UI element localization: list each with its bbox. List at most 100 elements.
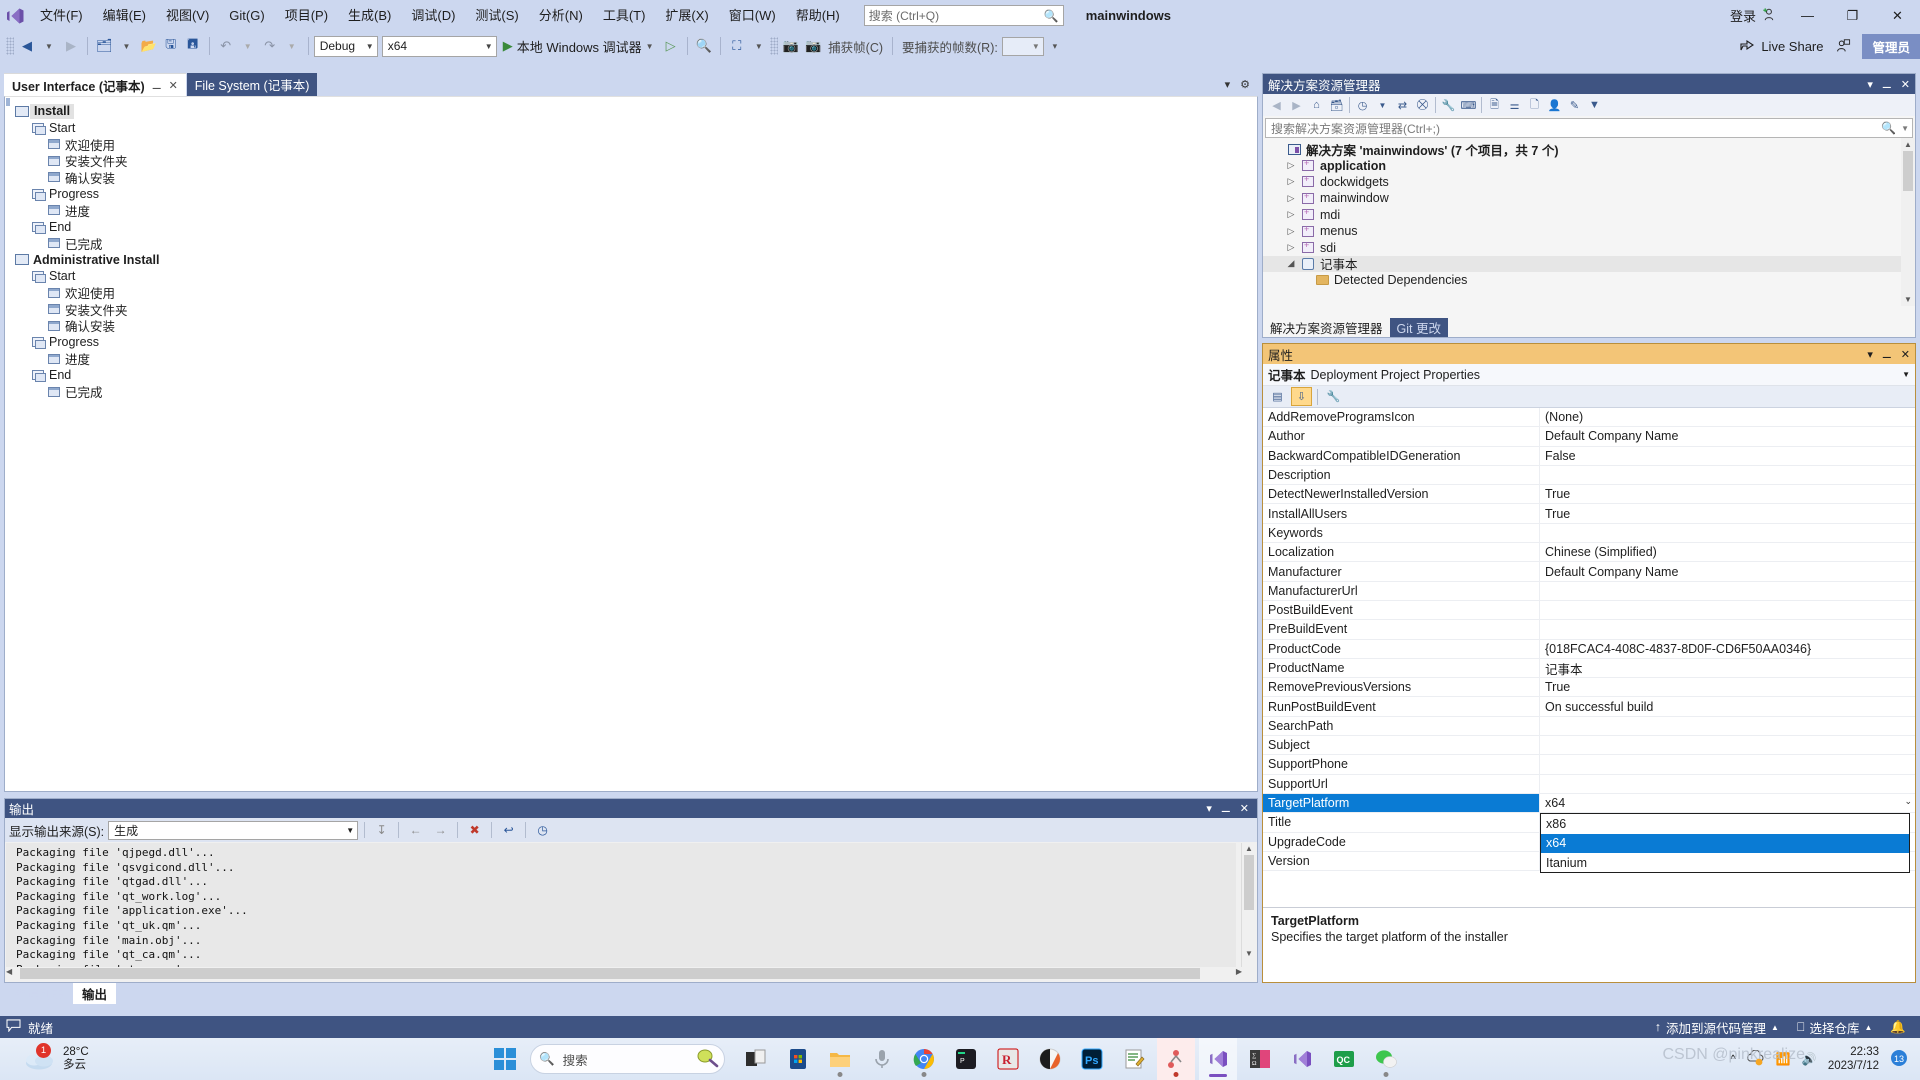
tab-git-changes[interactable]: Git 更改 — [1390, 318, 1448, 337]
menu-build[interactable]: 生成(B) — [338, 3, 401, 29]
solution-tree-scrollbar[interactable]: ▲ ▼ — [1901, 138, 1915, 306]
ui-tree-node[interactable]: Administrative Install — [13, 252, 1257, 269]
expander-icon[interactable]: ▷ — [1283, 209, 1299, 220]
solution-configuration-select[interactable]: Debug ▼ — [314, 36, 378, 57]
taskbar-app-qc[interactable]: QC — [1325, 1038, 1363, 1080]
property-value[interactable]: On successful build — [1540, 697, 1915, 715]
preview-selected-items-icon[interactable]: ⚌ — [1505, 96, 1524, 115]
property-row[interactable]: PostBuildEvent — [1263, 601, 1915, 620]
alphabetical-view-button[interactable]: ⇩ — [1291, 387, 1312, 406]
property-row[interactable]: InstallAllUsersTrue — [1263, 504, 1915, 523]
property-value[interactable] — [1540, 775, 1915, 793]
minimize-button[interactable]: — — [1785, 0, 1830, 31]
solution-explorer-close-icon[interactable]: ✕ — [1901, 78, 1910, 91]
expander-icon[interactable]: ▷ — [1283, 176, 1299, 187]
property-value[interactable]: True — [1540, 485, 1915, 503]
property-row[interactable]: Keywords — [1263, 524, 1915, 543]
solution-tree-node[interactable]: Detected Dependencies — [1263, 272, 1915, 288]
taskbar-app-file-explorer[interactable] — [821, 1038, 859, 1080]
tab-user-interface[interactable]: User Interface (记事本) ⚊ ✕ — [4, 73, 186, 96]
output-horizontal-scrollbar[interactable]: ◀ ▶ — [6, 967, 1243, 981]
taskbar-search-input[interactable]: 🔍 搜索 — [530, 1044, 725, 1074]
solution-platform-select[interactable]: x64 ▼ — [382, 36, 497, 57]
chevron-down-icon[interactable]: ▼ — [1896, 124, 1909, 133]
taskbar-app-store[interactable] — [779, 1038, 817, 1080]
weather-widget[interactable]: 1 28°C 多云 — [0, 1046, 89, 1072]
diagnostic-dropdown-icon[interactable]: ▼ — [748, 34, 770, 58]
property-value[interactable]: (None) — [1540, 408, 1915, 426]
solution-tree-node[interactable]: ▷mdi — [1263, 207, 1915, 223]
taskbar-app-pycharm[interactable]: P — [947, 1038, 985, 1080]
new-project-button[interactable]: 🗂 — [93, 34, 116, 58]
tab-solution-explorer[interactable]: 解决方案资源管理器 — [1263, 318, 1390, 337]
property-row[interactable]: RemovePreviousVersionsTrue — [1263, 678, 1915, 697]
property-value[interactable] — [1540, 466, 1915, 484]
output-clear-all-button[interactable]: ✖ — [464, 820, 485, 840]
property-value[interactable] — [1540, 601, 1915, 619]
dropdown-option[interactable]: Itanium — [1541, 853, 1909, 872]
taskbar-app-visual-studio-active[interactable] — [1199, 1038, 1237, 1080]
home-icon[interactable]: ⌂ — [1307, 96, 1326, 115]
solution-explorer-pin-icon[interactable]: ⚊ — [1882, 78, 1892, 91]
property-value[interactable]: x64⌄ — [1540, 794, 1915, 812]
navigate-backward-button[interactable]: ◀ — [16, 34, 38, 58]
output-goto-message-button[interactable]: ↧ — [371, 820, 392, 840]
ui-tree-node[interactable]: End — [13, 367, 1257, 384]
frames-to-capture-input[interactable]: ▼ — [1002, 37, 1044, 56]
menu-window[interactable]: 窗口(W) — [719, 3, 786, 29]
ui-tree-node[interactable]: 安装文件夹 — [13, 301, 1257, 318]
solution-tree-node[interactable]: ▷menus — [1263, 223, 1915, 239]
menu-view[interactable]: 视图(V) — [156, 3, 219, 29]
tab-output[interactable]: 输出 — [73, 983, 116, 1004]
ui-tree-node[interactable]: Start — [13, 268, 1257, 285]
show-all-files-icon[interactable]: ⌨ — [1459, 96, 1478, 115]
property-row[interactable]: ManufacturerDefault Company Name — [1263, 562, 1915, 581]
menu-edit[interactable]: 编辑(E) — [93, 3, 156, 29]
property-value[interactable] — [1540, 524, 1915, 542]
output-next-message-button[interactable]: → — [430, 820, 451, 840]
redo-button[interactable]: ↷ — [259, 34, 281, 58]
ui-tree-node[interactable]: 安装文件夹 — [13, 153, 1257, 170]
add-new-item-icon[interactable]: 🗋 — [1525, 96, 1544, 115]
start-debugging-button[interactable]: ▶ 本地 Windows 调试器 ▼ — [497, 34, 660, 58]
collapse-all-icon[interactable]: ⛒ — [1413, 96, 1432, 115]
select-repository-button[interactable]: ⎕ 选择仓库 ▲ — [1797, 1018, 1872, 1037]
add-to-source-control-button[interactable]: ↑ 添加到源代码管理 ▲ — [1655, 1018, 1779, 1037]
property-value[interactable] — [1540, 620, 1915, 638]
document-settings-icon[interactable]: ⚙ — [1240, 78, 1250, 91]
target-platform-dropdown[interactable]: x86x64Itanium — [1540, 813, 1910, 873]
capture-frame-live-icon[interactable]: 📷 — [780, 34, 802, 58]
ui-tree-node[interactable]: 欢迎使用 — [13, 136, 1257, 153]
start-button-icon[interactable] — [490, 1044, 520, 1074]
edit-project-file-icon[interactable]: ✎ — [1565, 96, 1584, 115]
notifications-button[interactable]: 🔔 — [1890, 1020, 1906, 1035]
property-value[interactable] — [1540, 755, 1915, 773]
ui-tree-node[interactable]: Start — [13, 120, 1257, 137]
property-value[interactable] — [1540, 717, 1915, 735]
menu-debug[interactable]: 调试(D) — [401, 3, 465, 29]
taskbar-app-photoshop[interactable]: Ps — [1073, 1038, 1111, 1080]
toolbar-overflow-button[interactable]: ▾ — [1044, 34, 1066, 58]
open-file-button[interactable]: 📂 — [138, 34, 160, 58]
property-row[interactable]: RunPostBuildEventOn successful build — [1263, 697, 1915, 716]
expander-icon[interactable]: ▷ — [1283, 193, 1299, 204]
menu-analyze[interactable]: 分析(N) — [529, 3, 593, 29]
expander-icon[interactable]: ▷ — [1283, 242, 1299, 253]
solution-tree-node[interactable]: ▷mainwindow — [1263, 190, 1915, 206]
expander-icon[interactable]: ▷ — [1283, 160, 1299, 171]
ui-tree-node[interactable]: 欢迎使用 — [13, 285, 1257, 302]
close-icon[interactable]: ✕ — [169, 79, 178, 92]
ui-tree-node[interactable]: End — [13, 219, 1257, 236]
undo-button[interactable]: ↶ — [215, 34, 237, 58]
property-row[interactable]: TargetPlatformx64⌄ — [1263, 794, 1915, 813]
menu-git[interactable]: Git(G) — [219, 3, 274, 29]
properties-object-selector[interactable]: 记事本 Deployment Project Properties ▼ — [1263, 364, 1915, 386]
save-button[interactable]: 🖫 — [160, 34, 182, 58]
property-value[interactable]: {018FCAC4-408C-4837-8D0F-CD6F50AA0346} — [1540, 640, 1915, 658]
properties-pin-icon[interactable]: ⚊ — [1882, 348, 1892, 361]
property-value[interactable]: Chinese (Simplified) — [1540, 543, 1915, 561]
solution-explorer-search-input[interactable]: 搜索解决方案资源管理器(Ctrl+;) 🔍 ▼ — [1265, 118, 1913, 138]
save-all-button[interactable]: 🖪 — [182, 34, 204, 58]
property-row[interactable]: DetectNewerInstalledVersionTrue — [1263, 485, 1915, 504]
global-search-input[interactable]: 搜索 (Ctrl+Q) 🔍 — [864, 5, 1064, 26]
